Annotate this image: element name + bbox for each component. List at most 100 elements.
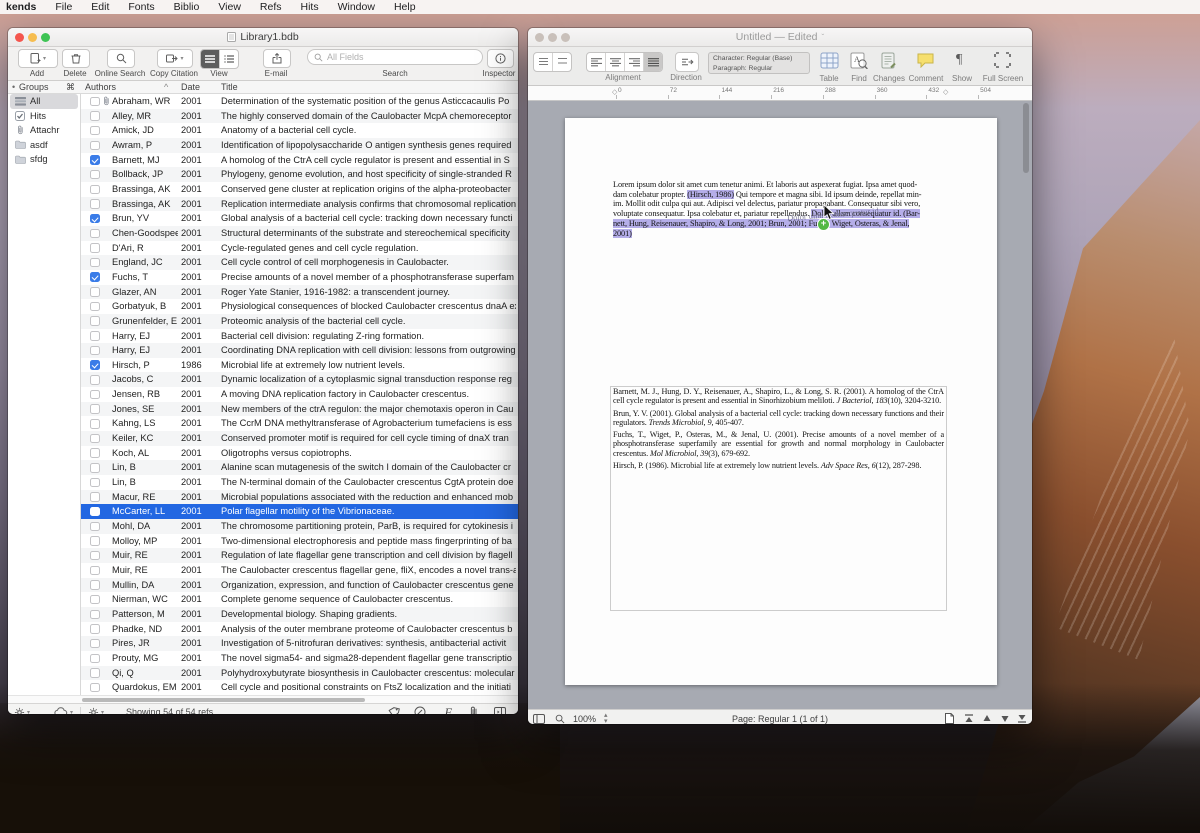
- copy-citation-button[interactable]: ▾: [157, 49, 193, 68]
- ref-checkbox[interactable]: [90, 302, 100, 312]
- table-row[interactable]: Pires, JR2001Investigation of 5-nitrofur…: [81, 636, 518, 651]
- ref-checkbox[interactable]: [90, 126, 100, 136]
- align-center-button[interactable]: [606, 53, 625, 71]
- ref-checkbox[interactable]: [90, 492, 100, 502]
- ref-checkbox[interactable]: [90, 624, 100, 634]
- table-row[interactable]: Mullin, DA2001Organization, expression, …: [81, 578, 518, 593]
- menu-biblio[interactable]: Biblio: [174, 1, 200, 13]
- go-first-page-button[interactable]: [964, 714, 974, 723]
- column-authors[interactable]: Authors: [85, 82, 116, 92]
- table-row[interactable]: Barnett, MJ2001A homolog of the CtrA cel…: [81, 153, 518, 168]
- table-row[interactable]: Gorbatyuk, B2001Physiological consequenc…: [81, 299, 518, 314]
- ref-checkbox[interactable]: [90, 97, 100, 107]
- table-row[interactable]: Grunenfelder, E2001Proteomic analysis of…: [81, 314, 518, 329]
- sidebar-group-attachr[interactable]: Attachr: [8, 123, 80, 138]
- search-input[interactable]: All Fields: [307, 49, 483, 65]
- menu-view[interactable]: View: [218, 1, 241, 13]
- ref-checkbox[interactable]: [90, 390, 100, 400]
- ref-checkbox[interactable]: [90, 258, 100, 268]
- ref-checkbox[interactable]: [90, 199, 100, 209]
- list-view-button[interactable]: [201, 50, 220, 68]
- table-row[interactable]: Mohl, DA2001The chromosome partitioning …: [81, 519, 518, 534]
- ref-checkbox[interactable]: [90, 536, 100, 546]
- menu-hits[interactable]: Hits: [301, 1, 319, 13]
- menu-help[interactable]: Help: [394, 1, 416, 13]
- table-row[interactable]: Harry, EJ2001Bacterial cell division: re…: [81, 329, 518, 344]
- table-row[interactable]: Macur, RE2001Microbial populations assoc…: [81, 490, 518, 505]
- ref-checkbox[interactable]: [90, 111, 100, 121]
- full-screen-button[interactable]: [994, 52, 1011, 68]
- align-right-button[interactable]: [625, 53, 644, 71]
- table-row[interactable]: Qi, Q2001Polyhydroxybutyrate biosynthesi…: [81, 666, 518, 681]
- ref-checkbox[interactable]: [90, 610, 100, 620]
- inspector-button[interactable]: [487, 49, 514, 68]
- list-settings-button[interactable]: ▾: [88, 707, 104, 715]
- ref-checkbox[interactable]: [90, 243, 100, 253]
- left-indent-marker[interactable]: ◇: [612, 88, 617, 96]
- table-row[interactable]: Harry, EJ2001Coordinating DNA replicatio…: [81, 343, 518, 358]
- table-button[interactable]: [820, 52, 839, 69]
- ref-checkbox[interactable]: [90, 229, 100, 239]
- format-button[interactable]: F: [445, 705, 452, 715]
- table-row[interactable]: Chen-Goodspee2001Structural determinants…: [81, 226, 518, 241]
- ref-checkbox[interactable]: [90, 580, 100, 590]
- table-row[interactable]: Kahng, LS2001The CcrM DNA methyltransfer…: [81, 416, 518, 431]
- table-row[interactable]: Fuchs, T2001Precise amounts of a novel m…: [81, 270, 518, 285]
- sidebar-group-all[interactable]: All: [10, 94, 78, 109]
- ref-checkbox[interactable]: [90, 551, 100, 561]
- table-row[interactable]: Hirsch, P1986Microbial life at extremely…: [81, 358, 518, 373]
- align-left-button[interactable]: [587, 53, 606, 71]
- style-box[interactable]: Character: Regular (Base) Paragraph: Reg…: [708, 52, 810, 74]
- table-row[interactable]: Patterson, M2001Developmental biology. S…: [81, 607, 518, 622]
- ref-checkbox[interactable]: [90, 419, 100, 429]
- sidebar-toggle-button[interactable]: [533, 714, 545, 724]
- table-row[interactable]: England, JC2001Cell cycle control of cel…: [81, 255, 518, 270]
- menu-file[interactable]: File: [55, 1, 72, 13]
- ref-checkbox[interactable]: [90, 155, 100, 165]
- ref-checkbox[interactable]: [90, 478, 100, 488]
- table-row[interactable]: Glazer, AN2001Roger Yate Stanier, 1916-1…: [81, 285, 518, 300]
- table-row[interactable]: Muir, RE2001The Caulobacter crescentus f…: [81, 563, 518, 578]
- ref-checkbox[interactable]: [90, 316, 100, 326]
- ref-checkbox[interactable]: [90, 434, 100, 444]
- changes-button[interactable]: [880, 52, 897, 69]
- table-row[interactable]: Brun, YV2001Global analysis of a bacteri…: [81, 211, 518, 226]
- zoom-button[interactable]: [561, 33, 570, 42]
- menu-fonts[interactable]: Fonts: [128, 1, 154, 13]
- delete-button[interactable]: [62, 49, 90, 68]
- ref-checkbox[interactable]: [90, 654, 100, 664]
- groups-header[interactable]: Groups: [19, 82, 49, 92]
- prev-page-button[interactable]: [982, 714, 992, 723]
- minimize-button[interactable]: [28, 33, 37, 42]
- column-date[interactable]: Date: [181, 82, 200, 92]
- line-spacing-wide-button[interactable]: [553, 53, 571, 71]
- sync-menu-button[interactable]: ▾: [54, 707, 73, 714]
- table-row[interactable]: Keiler, KC2001Conserved promoter motif i…: [81, 431, 518, 446]
- table-row[interactable]: Jacobs, C2001Dynamic localization of a c…: [81, 372, 518, 387]
- table-row[interactable]: Bollback, JP2001Phylogeny, genome evolut…: [81, 167, 518, 182]
- align-justify-button[interactable]: [644, 53, 662, 71]
- bookends-title-bar[interactable]: Library1.bdb: [8, 28, 518, 47]
- column-title[interactable]: Title: [221, 82, 238, 92]
- next-page-button[interactable]: [1000, 714, 1010, 723]
- go-last-page-button[interactable]: [1017, 714, 1027, 723]
- ref-checkbox[interactable]: [90, 214, 100, 224]
- menu-window[interactable]: Window: [338, 1, 375, 13]
- settings-menu-button[interactable]: ▾: [14, 707, 30, 715]
- table-row[interactable]: D'Ari, R2001Cycle-regulated genes and ce…: [81, 241, 518, 256]
- ref-checkbox[interactable]: [90, 683, 100, 693]
- ref-checkbox[interactable]: [90, 404, 100, 414]
- zoom-stepper[interactable]: ▴▾: [604, 713, 608, 725]
- table-row[interactable]: Brassinga, AK2001Replication intermediat…: [81, 197, 518, 212]
- ref-checkbox[interactable]: [90, 375, 100, 385]
- close-button[interactable]: [535, 33, 544, 42]
- table-row[interactable]: Molloy, MP2001Two-dimensional electropho…: [81, 534, 518, 549]
- ref-checkbox[interactable]: [90, 287, 100, 297]
- horizontal-scrollbar[interactable]: [8, 695, 518, 703]
- table-row[interactable]: Abraham, WR2001Determination of the syst…: [81, 94, 518, 109]
- line-spacing-single-button[interactable]: [534, 53, 553, 71]
- table-row[interactable]: Quardokus, EM2001Cell cycle and position…: [81, 680, 518, 695]
- direction-button[interactable]: [675, 52, 699, 72]
- zoom-menu-button[interactable]: [555, 714, 565, 724]
- ref-checkbox[interactable]: [90, 170, 100, 180]
